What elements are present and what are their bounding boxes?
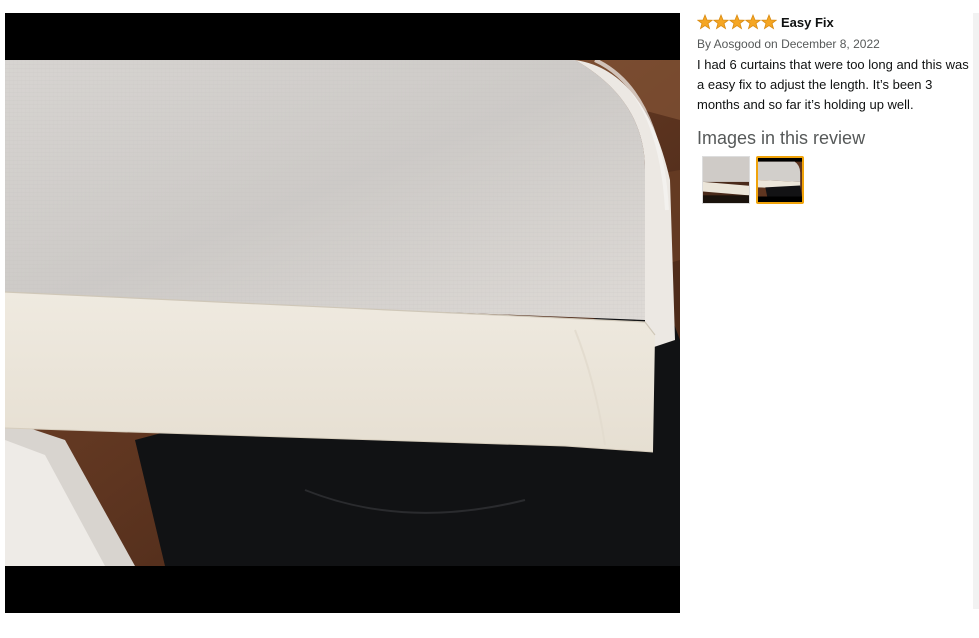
- review-title: Easy Fix: [781, 14, 834, 30]
- review-byline: By Aosgood on December 8, 2022: [697, 37, 880, 51]
- thumbnail-strip: [697, 156, 972, 204]
- review-panel: Easy Fix By Aosgood on December 8, 2022 …: [697, 13, 972, 204]
- review-photo-large: [5, 60, 680, 566]
- images-heading: Images in this review: [697, 128, 866, 148]
- review-image-thumbnail-2[interactable]: [756, 156, 804, 204]
- review-body: I had 6 curtains that were too long and …: [697, 57, 969, 112]
- star-rating: [697, 14, 777, 30]
- star-icon: [713, 14, 729, 30]
- review-image-thumbnail-1[interactable]: [702, 156, 750, 204]
- star-icon: [697, 14, 713, 30]
- review-title-row: Easy Fix: [697, 13, 972, 31]
- image-viewer: [5, 13, 680, 613]
- star-icon: [761, 14, 777, 30]
- star-icon: [729, 14, 745, 30]
- scrollbar[interactable]: [973, 13, 979, 609]
- star-icon: [745, 14, 761, 30]
